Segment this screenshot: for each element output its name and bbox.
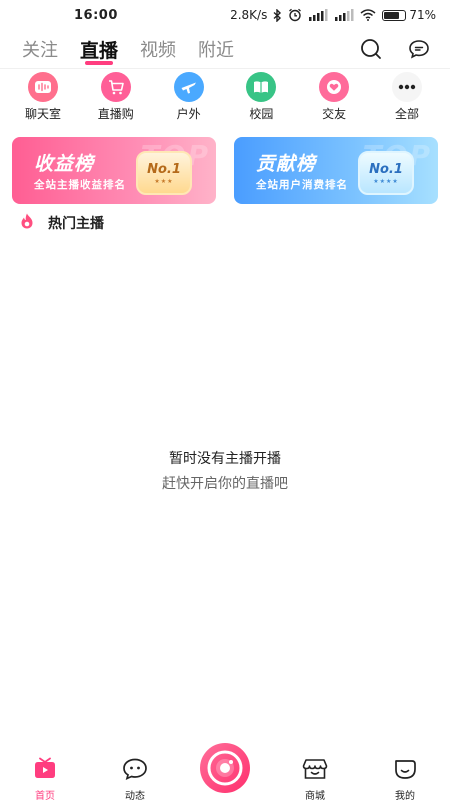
category-label: 校园 bbox=[249, 107, 274, 121]
tab-video[interactable]: 视频 bbox=[140, 30, 176, 68]
badge-text: No.1 bbox=[369, 161, 403, 177]
bluetooth-icon bbox=[273, 8, 282, 22]
contribution-ranking-card[interactable]: TOP 贡献榜 全站用户消费排名 No.1 ★★★★ bbox=[234, 137, 438, 204]
tab-live[interactable]: 直播 bbox=[80, 30, 118, 68]
battery-indicator: 71% bbox=[382, 8, 436, 22]
nav-label: 首页 bbox=[35, 791, 55, 800]
nav-store[interactable]: 商城 bbox=[280, 745, 350, 800]
airplane-icon bbox=[173, 72, 204, 102]
go-live-button[interactable] bbox=[197, 742, 252, 797]
nav-label: 动态 bbox=[125, 791, 145, 800]
tab-follow[interactable]: 关注 bbox=[22, 30, 58, 68]
top-tab-bar: 关注 直播 视频 附近 bbox=[0, 30, 450, 68]
home-live-icon bbox=[32, 757, 58, 785]
card-title: 收益榜 bbox=[34, 153, 95, 175]
badge-stars: ★★★★ bbox=[373, 177, 399, 185]
category-label: 交友 bbox=[322, 107, 347, 121]
alarm-icon bbox=[288, 8, 302, 22]
category-label: 户外 bbox=[176, 107, 201, 121]
category-campus[interactable]: 校园 bbox=[230, 72, 292, 122]
top-actions bbox=[360, 38, 450, 60]
signal-hd-icon-2 bbox=[334, 9, 354, 21]
status-indicators: 2.8K/s 71% bbox=[230, 8, 436, 22]
hot-streamers-header: 热门主播 bbox=[18, 213, 104, 233]
empty-state-subtitle: 赶快开启你的直播吧 bbox=[162, 476, 288, 492]
category-all[interactable]: 全部 bbox=[376, 72, 438, 122]
badge-stars: ★★★ bbox=[154, 177, 174, 185]
more-dots-icon bbox=[391, 72, 422, 102]
badge-text: No.1 bbox=[147, 161, 181, 177]
flame-icon bbox=[18, 212, 36, 234]
search-icon[interactable] bbox=[360, 38, 382, 60]
header-divider bbox=[0, 68, 450, 69]
no1-badge-icon: No.1 ★★★ bbox=[136, 151, 192, 195]
voice-wave-icon bbox=[28, 72, 58, 102]
status-time: 16:00 bbox=[74, 7, 118, 23]
category-dating[interactable]: 交友 bbox=[303, 72, 365, 122]
category-chatroom[interactable]: 聊天室 bbox=[12, 72, 74, 122]
battery-percent: 71% bbox=[409, 8, 436, 22]
card-subtitle: 全站主播收益排名 bbox=[34, 179, 126, 191]
category-label: 直播购 bbox=[97, 107, 134, 121]
profile-leaf-icon bbox=[391, 757, 419, 785]
section-title: 热门主播 bbox=[48, 216, 104, 232]
signal-hd-icon bbox=[308, 9, 328, 21]
category-label: 全部 bbox=[394, 107, 419, 121]
chat-face-icon bbox=[121, 757, 149, 785]
book-icon bbox=[246, 72, 277, 102]
heart-icon bbox=[319, 72, 350, 102]
nav-home[interactable]: 首页 bbox=[10, 745, 80, 800]
camera-lens-icon bbox=[199, 742, 251, 798]
category-outdoor[interactable]: 户外 bbox=[158, 72, 220, 122]
category-label: 聊天室 bbox=[24, 107, 61, 121]
category-live-shop[interactable]: 直播购 bbox=[85, 72, 147, 122]
card-subtitle: 全站用户消费排名 bbox=[256, 179, 348, 191]
store-icon bbox=[301, 757, 329, 785]
status-bar: 16:00 2.8K/s 71% bbox=[0, 0, 450, 30]
empty-state-title: 暂时没有主播开播 bbox=[169, 451, 281, 467]
battery-fill bbox=[384, 11, 399, 19]
nav-label: 商城 bbox=[305, 791, 325, 800]
shopping-cart-icon bbox=[100, 72, 131, 102]
battery-icon bbox=[382, 9, 407, 21]
message-icon[interactable] bbox=[408, 38, 430, 60]
ranking-cards: TOP 收益榜 全站主播收益排名 No.1 ★★★ TOP 贡献榜 全站用户消费… bbox=[12, 137, 438, 204]
nav-label: 我的 bbox=[395, 791, 415, 800]
nav-profile[interactable]: 我的 bbox=[370, 745, 440, 800]
tab-nearby[interactable]: 附近 bbox=[198, 30, 234, 68]
income-ranking-card[interactable]: TOP 收益榜 全站主播收益排名 No.1 ★★★ bbox=[12, 137, 216, 204]
nav-feed[interactable]: 动态 bbox=[100, 745, 170, 800]
net-speed: 2.8K/s bbox=[230, 8, 268, 22]
wifi-icon bbox=[360, 9, 376, 21]
no1-badge-icon: No.1 ★★★★ bbox=[358, 151, 414, 195]
category-row: 聊天室 直播购 户外 校园 交友 全部 bbox=[0, 72, 450, 122]
card-title: 贡献榜 bbox=[256, 153, 317, 175]
